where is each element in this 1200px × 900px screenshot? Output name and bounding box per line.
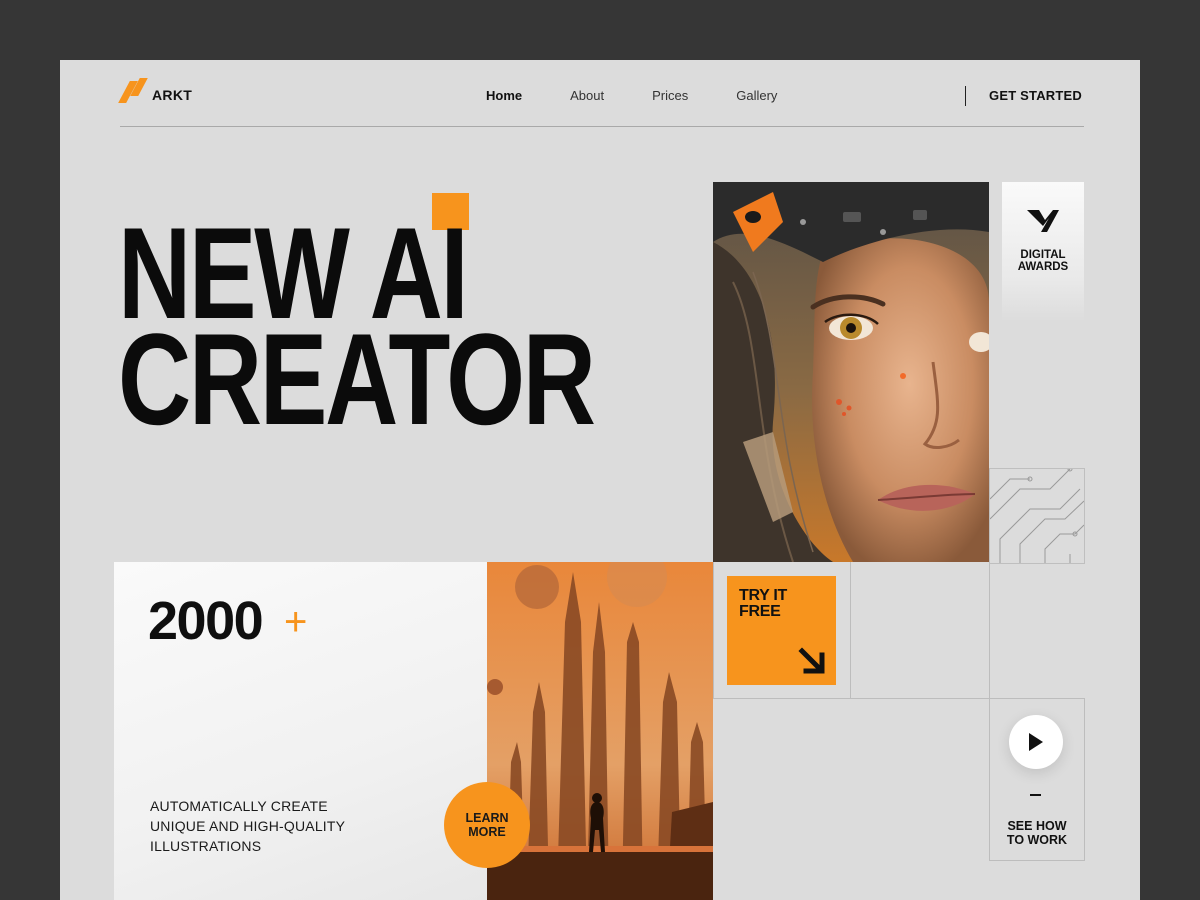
- stats-desc-line-2: UNIQUE AND HIGH-QUALITY: [150, 818, 346, 834]
- stats-desc-line-1: AUTOMATICALLY CREATE: [150, 798, 328, 814]
- digital-awards-tile: DIGITAL AWARDS: [1002, 182, 1084, 322]
- stats-number: 2000: [148, 591, 264, 651]
- hero-title-line-2: CREATOR: [118, 306, 596, 452]
- main-nav: Home About Prices Gallery: [486, 88, 777, 103]
- grid-line: [989, 562, 990, 698]
- how-label-line-1: SEE HOW: [1007, 819, 1067, 833]
- learn-more-button[interactable]: LEARN MORE: [444, 782, 530, 868]
- stats-plus: +: [284, 600, 308, 644]
- stats-description: AUTOMATICALLY CREATE UNIQUE AND HIGH-QUA…: [150, 796, 345, 856]
- stats-card: 2000 + AUTOMATICALLY CREATE UNIQUE AND H…: [114, 562, 487, 900]
- arrow-down-right-icon: [798, 647, 825, 674]
- nav-divider: [965, 86, 966, 106]
- get-started-button[interactable]: GET STARTED: [989, 88, 1082, 103]
- see-how-to-work-label[interactable]: SEE HOW TO WORK: [990, 819, 1084, 847]
- awards-label-line-2: AWARDS: [1017, 261, 1069, 273]
- try-it-free-button[interactable]: TRY IT FREE: [727, 576, 836, 685]
- nav-item-prices[interactable]: Prices: [652, 88, 688, 103]
- ai-portrait-image: [713, 182, 989, 562]
- award-logo-icon: [1027, 210, 1059, 232]
- try-label-line-2: FREE: [739, 603, 781, 620]
- header-divider: [120, 126, 1084, 127]
- nav-item-about[interactable]: About: [570, 88, 604, 103]
- circuit-pattern-tile: [989, 466, 1085, 564]
- brand-logo[interactable]: ARKT: [118, 78, 193, 104]
- play-button[interactable]: [1009, 715, 1063, 769]
- grid-line: [713, 698, 989, 699]
- landing-page: ARKT Home About Prices Gallery GET START…: [60, 60, 1140, 900]
- nav-item-home[interactable]: Home: [486, 88, 522, 103]
- hero-title: NEW AI CREATOR: [118, 208, 596, 452]
- grid-line: [850, 562, 851, 698]
- try-label-line-1: TRY IT: [739, 587, 787, 604]
- see-how-to-work-tile: SEE HOW TO WORK: [989, 698, 1085, 861]
- logo-mark-icon: [118, 78, 148, 104]
- stats-desc-line-3: ILLUSTRATIONS: [150, 838, 262, 854]
- how-label-line-2: TO WORK: [1006, 833, 1068, 847]
- play-icon: [1029, 733, 1043, 751]
- awards-label-line-1: DIGITAL: [1020, 249, 1066, 261]
- learn-more-line-2: MORE: [468, 825, 506, 839]
- nav-item-gallery[interactable]: Gallery: [736, 88, 777, 103]
- brand-name: ARKT: [152, 87, 193, 103]
- learn-more-line-1: LEARN: [465, 811, 509, 825]
- grid-line: [713, 562, 714, 698]
- divider-dash: [1030, 794, 1041, 796]
